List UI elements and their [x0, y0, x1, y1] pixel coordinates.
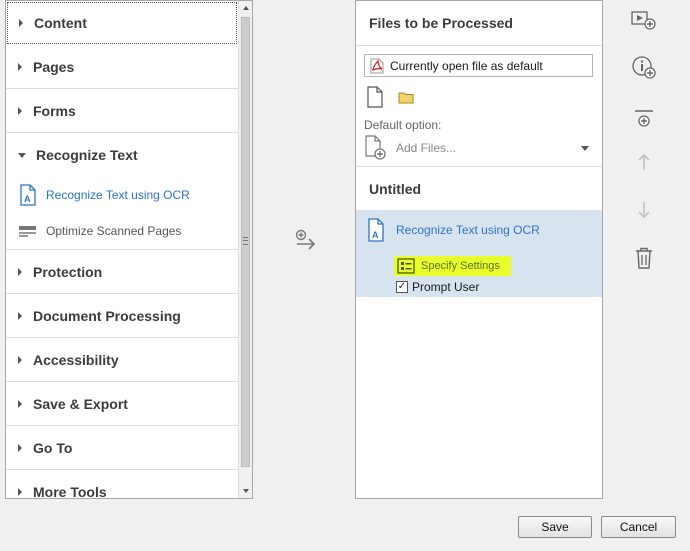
- file-source-value: Currently open file as default: [390, 58, 543, 73]
- category-label: Pages: [33, 58, 75, 75]
- move-up-button[interactable]: [629, 148, 659, 176]
- ocr-document-icon: A: [20, 184, 36, 206]
- add-separator-icon: [635, 110, 653, 127]
- category-label: Protection: [33, 263, 103, 280]
- expand-triangle-icon: [19, 19, 23, 27]
- category-content[interactable]: Content: [7, 2, 237, 44]
- category-label: Save & Export: [33, 395, 128, 412]
- expand-triangle-icon: [18, 106, 22, 115]
- svg-text:A: A: [24, 194, 31, 204]
- scanner-icon: [19, 226, 36, 237]
- tools-panel: Content Pages Forms Recognize Text A Rec…: [5, 0, 253, 499]
- settings-list-icon: [397, 258, 415, 274]
- cancel-button[interactable]: Cancel: [601, 516, 676, 538]
- category-label: More Tools: [33, 483, 107, 499]
- prompt-user-label: Prompt User: [412, 280, 480, 294]
- scroll-up-button[interactable]: [239, 1, 252, 15]
- prompt-user-row[interactable]: ✓ Prompt User: [396, 280, 479, 294]
- new-file-icon[interactable]: [366, 86, 384, 108]
- expand-triangle-icon: [18, 443, 22, 452]
- ocr-document-icon: A: [368, 218, 384, 242]
- expand-triangle-icon: [18, 62, 22, 71]
- arrow-up-icon: [243, 6, 249, 10]
- action-step-ocr[interactable]: A Recognize Text using OCR Specify Setti…: [356, 210, 602, 297]
- category-document-processing[interactable]: Document Processing: [6, 294, 238, 338]
- specify-settings-label: Specify Settings: [421, 260, 500, 272]
- tool-label: Optimize Scanned Pages: [46, 224, 182, 238]
- category-accessibility[interactable]: Accessibility: [6, 338, 238, 382]
- expand-triangle-icon: [18, 399, 22, 408]
- save-button[interactable]: Save: [518, 516, 592, 538]
- move-down-button[interactable]: [629, 196, 659, 224]
- add-instruction-button[interactable]: [629, 54, 659, 82]
- expand-triangle-icon: [18, 487, 22, 496]
- svg-text:A: A: [372, 230, 379, 240]
- pdf-file-icon: [370, 58, 384, 73]
- tool-optimize-scanned-pages[interactable]: Optimize Scanned Pages: [6, 213, 238, 249]
- file-icons-row: [366, 86, 414, 108]
- action-step-label: Recognize Text using OCR: [396, 223, 540, 237]
- delete-button[interactable]: [629, 244, 659, 272]
- arrow-up-icon: [638, 153, 650, 170]
- category-recognize-text[interactable]: Recognize Text: [6, 133, 238, 177]
- tool-label: Recognize Text using OCR: [46, 188, 190, 202]
- chevron-down-icon: [581, 146, 589, 151]
- info-add-icon: [632, 56, 656, 79]
- arrow-down-icon: [638, 202, 650, 219]
- action-step-header[interactable]: A Recognize Text using OCR: [366, 218, 540, 242]
- expand-triangle-icon: [18, 355, 22, 364]
- collapse-triangle-icon: [18, 152, 26, 158]
- add-arrow-icon: [295, 229, 316, 250]
- category-more-tools[interactable]: More Tools: [6, 470, 238, 498]
- category-label: Accessibility: [33, 351, 119, 368]
- files-panel-title: Files to be Processed: [356, 1, 602, 46]
- default-option-label: Default option:: [364, 118, 442, 132]
- category-recognize-text-group: Recognize Text A Recognize Text using OC…: [6, 133, 238, 250]
- panel-divider: [356, 166, 602, 167]
- category-label: Go To: [33, 439, 73, 456]
- add-action-button[interactable]: [629, 6, 659, 34]
- category-save-export[interactable]: Save & Export: [6, 382, 238, 426]
- specify-settings-button[interactable]: Specify Settings: [394, 256, 511, 276]
- trash-icon: [636, 247, 652, 269]
- add-action-icon: [631, 11, 656, 30]
- scroll-down-button[interactable]: [239, 484, 252, 498]
- scroll-thumb[interactable]: [241, 17, 250, 467]
- add-files-label: Add Files...: [396, 141, 457, 155]
- tools-scrollbar[interactable]: [238, 1, 252, 498]
- folder-icon[interactable]: [398, 90, 414, 104]
- tools-list: Content Pages Forms Recognize Text A Rec…: [6, 1, 238, 498]
- category-go-to[interactable]: Go To: [6, 426, 238, 470]
- category-label: Content: [34, 15, 87, 31]
- category-forms[interactable]: Forms: [6, 89, 238, 133]
- category-label: Forms: [33, 102, 76, 119]
- category-label: Document Processing: [33, 307, 181, 324]
- category-pages[interactable]: Pages: [6, 45, 238, 89]
- add-separator-button[interactable]: [629, 104, 659, 132]
- category-label: Recognize Text: [36, 147, 138, 163]
- category-protection[interactable]: Protection: [6, 250, 238, 294]
- add-file-icon: [365, 135, 386, 160]
- sequence-title: Untitled: [369, 181, 422, 197]
- grip-icon: [243, 237, 248, 245]
- file-source-select[interactable]: Currently open file as default: [364, 54, 593, 77]
- arrow-down-icon: [243, 489, 249, 493]
- add-files-dropdown[interactable]: Add Files...: [364, 135, 593, 161]
- tool-recognize-text-ocr[interactable]: A Recognize Text using OCR: [6, 177, 238, 213]
- prompt-user-checkbox[interactable]: ✓: [396, 281, 408, 293]
- expand-triangle-icon: [18, 267, 22, 276]
- expand-triangle-icon: [18, 311, 22, 320]
- add-tool-button[interactable]: [293, 228, 319, 254]
- files-panel: Files to be Processed Currently open fil…: [355, 0, 603, 499]
